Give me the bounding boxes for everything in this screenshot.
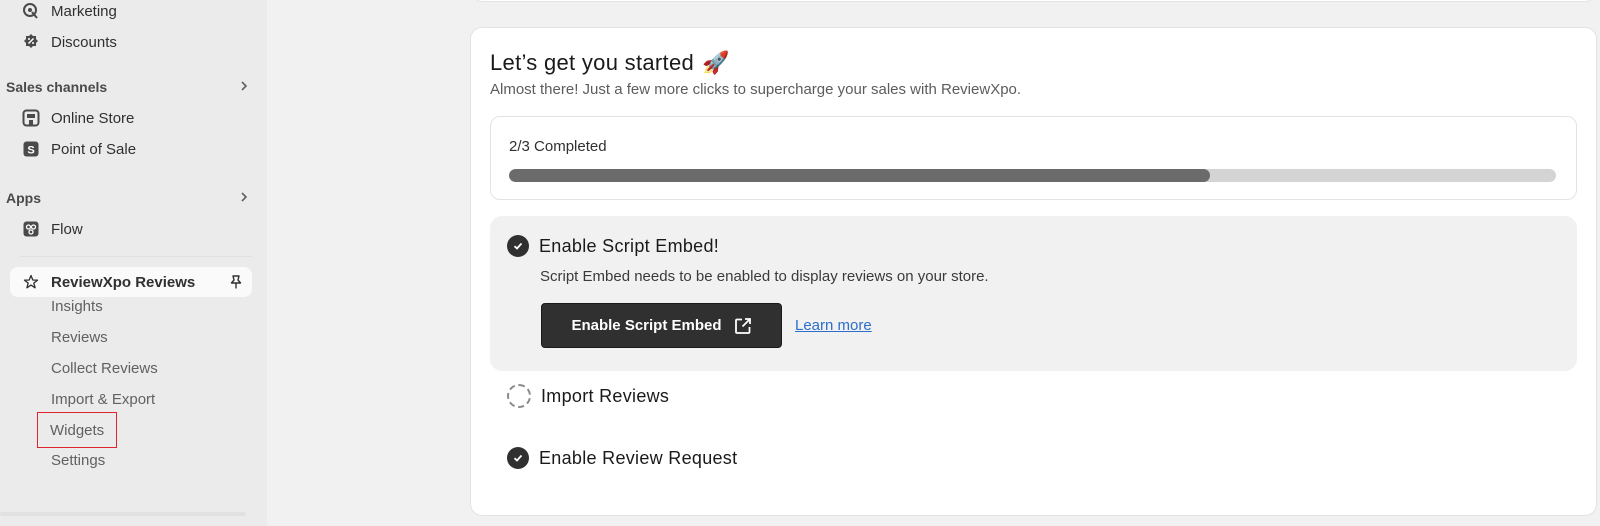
- progress-section: 2/3 Completed: [490, 116, 1577, 200]
- nav-flow-label: Flow: [51, 220, 83, 238]
- onboarding-title-text: Let’s get you started: [490, 50, 695, 75]
- sidebar-footer-divider: [0, 512, 246, 516]
- onboarding-title: Let’s get you started 🚀: [490, 50, 730, 76]
- pos-icon: S: [20, 138, 42, 160]
- chevron-right-icon: [238, 79, 250, 95]
- chevron-right-icon: [238, 190, 250, 206]
- learn-more-link[interactable]: Learn more: [795, 317, 872, 334]
- subnav-reviews[interactable]: Reviews: [51, 325, 108, 349]
- nav-point-of-sale-label: Point of Sale: [51, 140, 137, 158]
- marketing-icon: [20, 0, 42, 22]
- enable-script-embed-button[interactable]: Enable Script Embed: [541, 303, 782, 348]
- nav-reviewxpo-reviews[interactable]: ReviewXpo Reviews: [10, 267, 252, 297]
- nav-point-of-sale[interactable]: S Point of Sale: [10, 134, 252, 164]
- check-circle-icon: [507, 447, 529, 469]
- store-icon: [20, 107, 42, 129]
- nav-discounts[interactable]: Discounts: [10, 27, 252, 57]
- progress-label: 2/3 Completed: [509, 138, 607, 155]
- rocket-icon: 🚀: [702, 50, 730, 75]
- progress-bar-fill: [509, 169, 1211, 182]
- nav-flow[interactable]: Flow: [10, 214, 252, 244]
- apps-heading[interactable]: Apps: [6, 187, 252, 209]
- nav-reviewxpo-label: ReviewXpo Reviews: [51, 273, 196, 291]
- progress-bar: [509, 169, 1556, 182]
- subnav-widgets[interactable]: Widgets: [36, 412, 118, 448]
- star-icon: [20, 271, 42, 293]
- sales-channels-label: Sales channels: [6, 79, 108, 95]
- flow-icon: [20, 218, 42, 240]
- step-enable-script-embed: Enable Script Embed! Script Embed needs …: [490, 216, 1577, 371]
- pin-icon[interactable]: [228, 274, 244, 290]
- sidebar-divider: [20, 256, 252, 257]
- step-import-reviews[interactable]: Import Reviews: [507, 384, 669, 408]
- nav-online-store-label: Online Store: [51, 109, 135, 127]
- onboarding-card: Let’s get you started 🚀 Almost there! Ju…: [470, 27, 1597, 516]
- apps-label: Apps: [6, 190, 41, 206]
- check-circle-icon: [507, 235, 529, 257]
- sales-channels-heading[interactable]: Sales channels: [6, 76, 252, 98]
- nav-online-store[interactable]: Online Store: [10, 103, 252, 133]
- subnav-settings[interactable]: Settings: [51, 448, 105, 472]
- step-title: Enable Review Request: [539, 447, 738, 468]
- main-content: Let’s get you started 🚀 Almost there! Ju…: [267, 0, 1600, 526]
- subnav-collect-reviews[interactable]: Collect Reviews: [51, 356, 158, 380]
- previous-card: [470, 0, 1597, 2]
- nav-marketing-label: Marketing: [51, 2, 117, 20]
- subnav-insights[interactable]: Insights: [51, 294, 103, 318]
- sidebar: Marketing Discounts Sales channels Onlin…: [0, 0, 267, 526]
- svg-text:S: S: [27, 145, 34, 157]
- enable-script-embed-label: Enable Script Embed: [571, 317, 722, 334]
- subnav-import-export[interactable]: Import & Export: [51, 387, 155, 411]
- nav-marketing[interactable]: Marketing: [10, 0, 252, 26]
- step-enable-review-request[interactable]: Enable Review Request: [507, 447, 737, 469]
- external-link-icon: [734, 317, 752, 335]
- discount-icon: [20, 31, 42, 53]
- nav-discounts-label: Discounts: [51, 33, 117, 51]
- onboarding-subtitle: Almost there! Just a few more clicks to …: [490, 81, 1022, 98]
- step-description: Script Embed needs to be enabled to disp…: [540, 268, 989, 285]
- step-title: Import Reviews: [541, 385, 670, 406]
- incomplete-circle-icon: [507, 384, 531, 408]
- step-title: Enable Script Embed!: [539, 235, 720, 256]
- step-header[interactable]: Enable Script Embed!: [507, 235, 719, 257]
